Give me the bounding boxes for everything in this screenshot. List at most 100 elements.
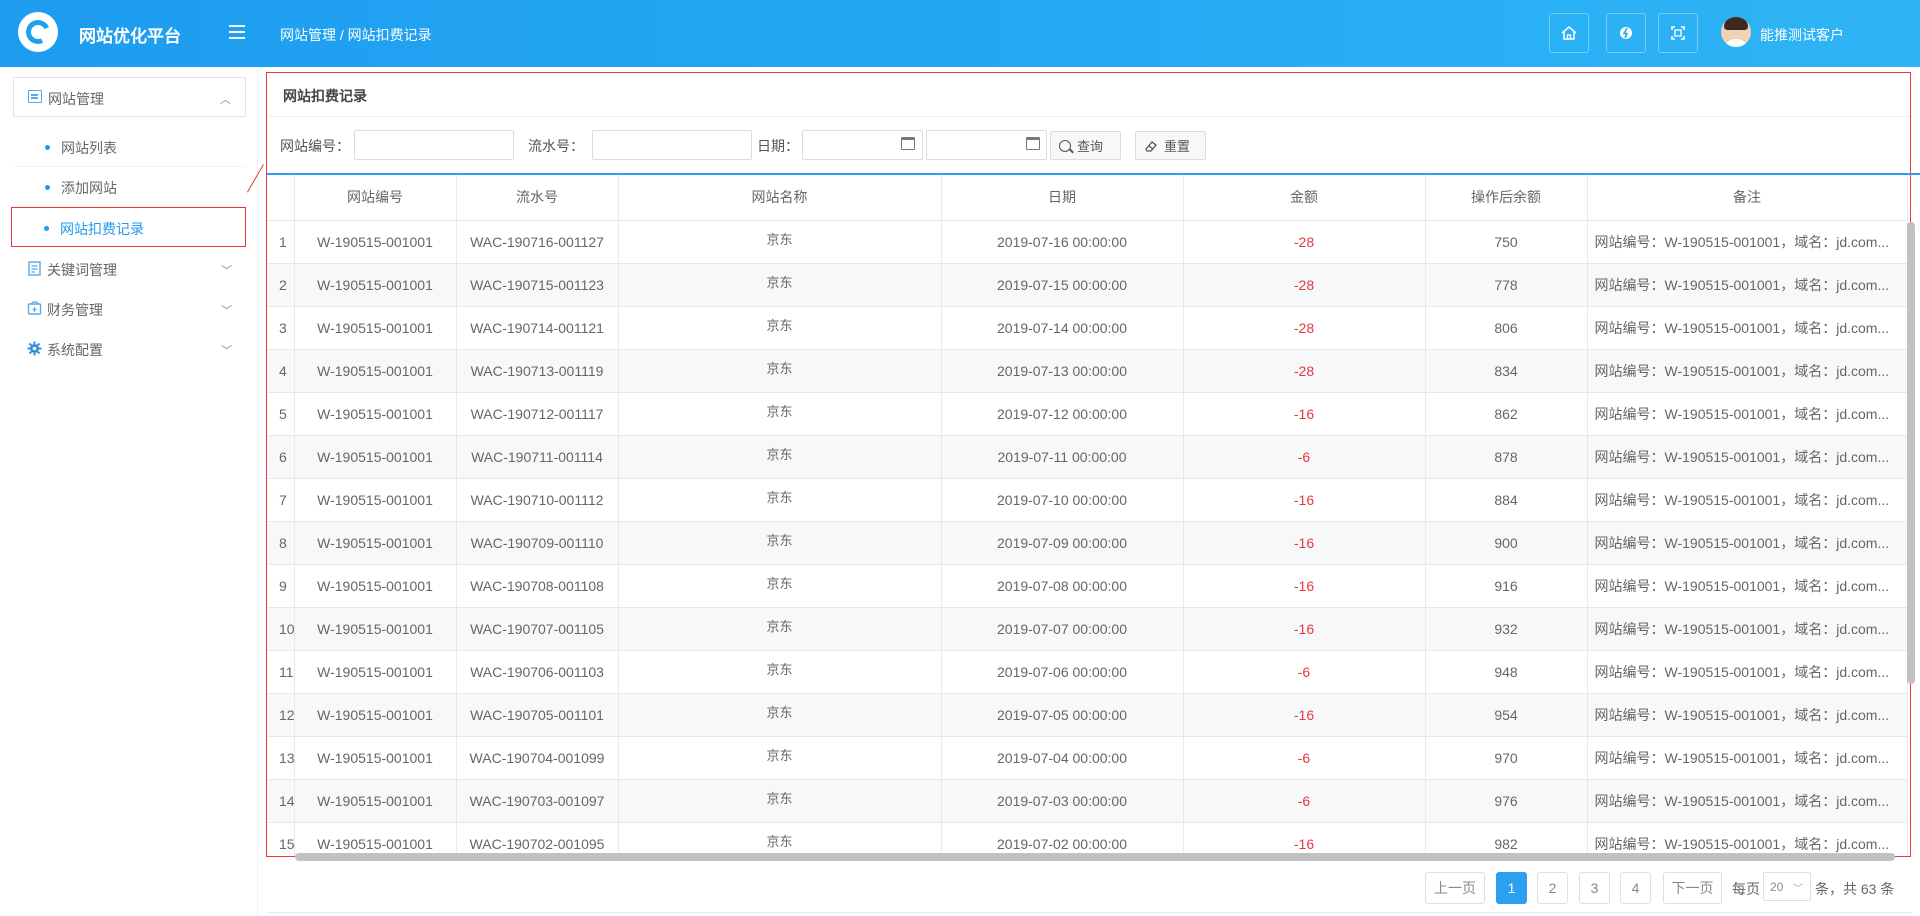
cell-amount: -16 [1183, 392, 1426, 436]
column-header[interactable]: 网站名称 [618, 175, 942, 221]
sidebar-item-finance-management[interactable]: 财务管理 ﹀ [13, 289, 246, 329]
chevron-down-icon: ﹀ [221, 265, 232, 277]
sidebar-item-label: 网站列表 [61, 140, 117, 156]
table-row[interactable]: 13 W-190515-001001 WAC-190704-001099 京东 2019… [267, 736, 1908, 780]
cell-site-name: 京东 [618, 650, 942, 694]
cell-site-name: 京东 [618, 435, 942, 479]
page-button[interactable]: 1 [1496, 872, 1527, 904]
table-header-row: 网站编号 流水号 网站名称 日期 金额 操作后余额 备注 [267, 175, 1908, 221]
row-index: 11 [267, 650, 295, 694]
calendar-icon[interactable] [1026, 137, 1040, 150]
reset-button[interactable]: 重置 [1135, 131, 1206, 160]
cell-site-name: 京东 [618, 478, 942, 522]
cell-serial: WAC-190711-001114 [456, 435, 619, 479]
table-row[interactable]: 2 W-190515-001001 WAC-190715-001123 京东 2019-… [267, 263, 1908, 307]
table-row[interactable]: 14 W-190515-001001 WAC-190703-001097 京东 2019… [267, 779, 1908, 823]
chevron-up-icon: ︿ [220, 94, 231, 106]
vertical-scrollbar[interactable] [1907, 222, 1915, 684]
sidebar-item-system-config[interactable]: 系统配置 ﹀ [13, 329, 246, 369]
cell-site-no: W-190515-001001 [294, 220, 457, 264]
cell-amount: -28 [1183, 220, 1426, 264]
column-header[interactable]: 操作后余额 [1425, 175, 1588, 221]
cell-serial: WAC-190705-001101 [456, 693, 619, 737]
table-row[interactable]: 12 W-190515-001001 WAC-190705-001101 京东 2019… [267, 693, 1908, 737]
cell-balance: 862 [1425, 392, 1588, 436]
serial-label: 流水号： [528, 138, 584, 154]
home-button[interactable] [1549, 13, 1589, 53]
cell-note: 网站编号：W-190515-001001，域名：jd.com... [1587, 478, 1908, 522]
chevron-down-icon: ﹀ [1793, 884, 1803, 895]
page-button[interactable]: 3 [1579, 872, 1610, 904]
site-no-input[interactable] [354, 130, 514, 160]
table-viewport: 网站编号 流水号 网站名称 日期 金额 操作后余额 备注 1 W-190515-0… [267, 175, 1910, 856]
cell-note: 网站编号：W-190515-001001，域名：jd.com... [1587, 564, 1908, 608]
table-row[interactable]: 4 W-190515-001001 WAC-190713-001119 京东 2019-… [267, 349, 1908, 393]
table-row[interactable]: 7 W-190515-001001 WAC-190710-001112 京东 2019-… [267, 478, 1908, 522]
cell-site-no: W-190515-001001 [294, 349, 457, 393]
cell-note: 网站编号：W-190515-001001，域名：jd.com... [1587, 822, 1908, 856]
column-header[interactable]: 备注 [1587, 175, 1908, 221]
cell-note: 网站编号：W-190515-001001，域名：jd.com... [1587, 650, 1908, 694]
table-body: 1 W-190515-001001 WAC-190716-001127 京东 2019-… [267, 220, 1908, 856]
column-header[interactable]: 日期 [941, 175, 1184, 221]
cell-balance: 806 [1425, 306, 1588, 350]
calendar-icon[interactable] [901, 137, 915, 150]
cell-note: 网站编号：W-190515-001001，域名：jd.com... [1587, 521, 1908, 565]
page-button[interactable]: 2 [1537, 872, 1568, 904]
table-row[interactable]: 11 W-190515-001001 WAC-190706-001103 京东 2019… [267, 650, 1908, 694]
cell-site-no: W-190515-001001 [294, 263, 457, 307]
cell-note: 网站编号：W-190515-001001，域名：jd.com... [1587, 306, 1908, 350]
cell-site-no: W-190515-001001 [294, 478, 457, 522]
cell-balance: 750 [1425, 220, 1588, 264]
row-index: 6 [267, 435, 295, 479]
horizontal-scrollbar[interactable] [295, 853, 1895, 861]
search-button[interactable]: 查询 [1050, 131, 1121, 160]
top-header: 网站优化平台 网站管理 / 网站扣费记录 能推测试客户 [0, 0, 1920, 67]
cell-serial: WAC-190714-001121 [456, 306, 619, 350]
sidebar-item-site-list[interactable]: 网站列表 [13, 127, 246, 167]
column-header[interactable]: 流水号 [456, 175, 619, 221]
cell-note: 网站编号：W-190515-001001，域名：jd.com... [1587, 779, 1908, 823]
serial-input[interactable] [592, 130, 752, 160]
cell-date: 2019-07-12 00:00:00 [941, 392, 1184, 436]
cell-serial: WAC-190713-001119 [456, 349, 619, 393]
home-icon [1561, 26, 1577, 40]
row-index: 15 [267, 822, 295, 856]
menu-toggle-icon[interactable] [229, 25, 245, 39]
table-row[interactable]: 5 W-190515-001001 WAC-190712-001117 京东 2019-… [267, 392, 1908, 436]
cell-site-no: W-190515-001001 [294, 435, 457, 479]
next-page-button[interactable]: 下一页 [1663, 872, 1722, 904]
cell-date: 2019-07-04 00:00:00 [941, 736, 1184, 780]
cell-site-name: 京东 [618, 564, 942, 608]
eraser-icon [1145, 140, 1157, 152]
table-row[interactable]: 15 W-190515-001001 WAC-190702-001095 京东 2019… [267, 822, 1908, 856]
cell-site-name: 京东 [618, 521, 942, 565]
table-row[interactable]: 8 W-190515-001001 WAC-190709-001110 京东 2019-… [267, 521, 1908, 565]
user-name[interactable]: 能推测试客户 [1760, 25, 1844, 45]
page-button[interactable]: 4 [1620, 872, 1651, 904]
fullscreen-button[interactable] [1658, 13, 1698, 53]
sidebar-group-site-management[interactable]: 网站管理 ︿ [13, 77, 246, 117]
sidebar-item-add-site[interactable]: 添加网站 [13, 167, 246, 207]
page-size-value: 20 [1770, 880, 1784, 894]
refresh-button[interactable] [1606, 13, 1646, 53]
cell-balance: 954 [1425, 693, 1588, 737]
sidebar-item-keyword-management[interactable]: 关键词管理 ﹀ [13, 249, 246, 289]
avatar[interactable] [1721, 17, 1751, 47]
sidebar-item-site-deduction-records[interactable]: 网站扣费记录 [11, 207, 246, 247]
cell-amount: -16 [1183, 564, 1426, 608]
table-row[interactable]: 9 W-190515-001001 WAC-190708-001108 京东 2019-… [267, 564, 1908, 608]
table-row[interactable]: 6 W-190515-001001 WAC-190711-001114 京东 2019-… [267, 435, 1908, 479]
column-header[interactable]: 网站编号 [294, 175, 457, 221]
cell-amount: -16 [1183, 693, 1426, 737]
cell-amount: -16 [1183, 607, 1426, 651]
cell-site-no: W-190515-001001 [294, 693, 457, 737]
prev-page-button[interactable]: 上一页 [1425, 872, 1485, 904]
table-row[interactable]: 3 W-190515-001001 WAC-190714-001121 京东 2019-… [267, 306, 1908, 350]
table-row[interactable]: 10 W-190515-001001 WAC-190707-001105 京东 2019… [267, 607, 1908, 651]
column-header[interactable]: 金额 [1183, 175, 1426, 221]
row-index: 5 [267, 392, 295, 436]
page-size-select[interactable]: 20 ﹀ [1763, 872, 1811, 901]
cell-balance: 916 [1425, 564, 1588, 608]
table-row[interactable]: 1 W-190515-001001 WAC-190716-001127 京东 2019-… [267, 220, 1908, 264]
